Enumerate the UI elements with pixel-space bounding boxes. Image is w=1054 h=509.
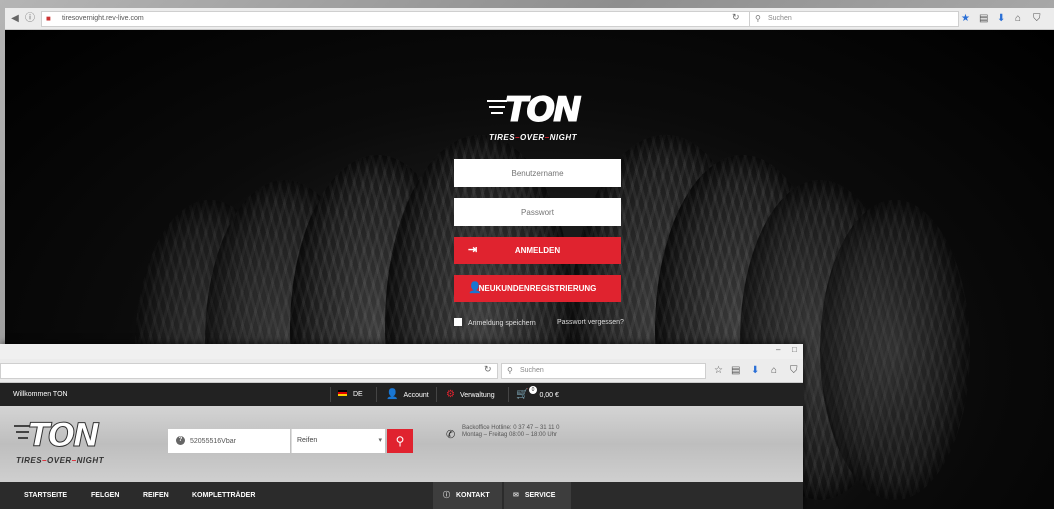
browser-search-box[interactable]: ⚲ Suchen <box>501 363 706 379</box>
nav-contact[interactable]: ⓘ KONTAKT <box>433 482 502 509</box>
admin-link[interactable]: ⚙ Verwaltung <box>446 383 495 407</box>
category-select[interactable]: Reifen ▾ <box>291 429 385 453</box>
minimize-icon[interactable]: – <box>776 345 780 354</box>
login-button-label: ANMELDEN <box>514 246 561 255</box>
admin-label: Verwaltung <box>459 392 495 399</box>
bookmark-star-icon[interactable]: ★ <box>961 12 970 26</box>
search-icon: ⚲ <box>395 434 405 448</box>
pocket-icon[interactable]: ⛉ <box>790 364 798 378</box>
cart-total: 0,00 € <box>539 392 559 399</box>
register-button-label: NEUKUNDENREGISTRIERUNG <box>478 284 597 293</box>
browser-toolbar: ◀ ⓘ ■ tiresovernight.rev-live.com ↻ ⚲ Su… <box>5 8 1054 30</box>
language-label: DE <box>353 391 363 398</box>
hotline-number: Backoffice Hotline: 0 37 47 – 31 11 0 <box>462 425 560 431</box>
info-icon[interactable]: ⓘ <box>23 12 37 26</box>
home-icon[interactable]: ⌂ <box>1015 12 1021 26</box>
language-switch[interactable]: DE <box>338 383 363 406</box>
search-button[interactable]: ⚲ <box>387 429 413 453</box>
logo-mark: TON <box>505 90 583 131</box>
login-icon: ⇥ <box>468 244 478 256</box>
account-label: Account <box>403 392 429 399</box>
search-icon: ⚲ <box>755 14 761 23</box>
german-flag-icon <box>338 390 347 396</box>
cart-count-badge: 0 <box>529 386 537 394</box>
download-icon[interactable]: ⬇ <box>997 12 1005 26</box>
logo-mark: TON <box>28 416 101 455</box>
hotline-info: Backoffice Hotline: 0 37 47 – 31 11 0 Mo… <box>462 425 560 439</box>
address-bar[interactable] <box>0 363 498 379</box>
reload-icon[interactable]: ↻ <box>484 364 492 375</box>
cart-link[interactable]: 🛒 0,00 € <box>516 383 559 407</box>
bookmark-star-icon[interactable]: ☆ <box>714 364 723 378</box>
login-button[interactable]: ⇥ ANMELDEN <box>454 237 621 264</box>
password-input[interactable] <box>454 198 621 226</box>
product-search-input[interactable] <box>168 429 290 453</box>
ton-logo: TON TIRES–OVER–NIGHT <box>487 90 597 150</box>
tire-image <box>820 200 970 500</box>
info-icon: ⓘ <box>443 492 450 499</box>
back-arrow-icon[interactable]: ◀ <box>8 12 22 26</box>
site-identity-icon: ■ <box>46 14 51 23</box>
help-icon[interactable]: ? <box>176 436 185 445</box>
logo-tagline: TIRES–OVER–NIGHT <box>489 133 578 142</box>
register-button[interactable]: 👤 NEUKUNDENREGISTRIERUNG <box>454 275 621 302</box>
envelope-icon: ✉ <box>513 492 519 499</box>
maximize-icon[interactable]: □ <box>792 345 797 354</box>
ton-logo[interactable]: TON TIRES–OVER–NIGHT <box>14 416 124 476</box>
remember-login[interactable]: Anmeldung speichern <box>454 318 536 329</box>
nav-tires[interactable]: REIFEN <box>143 482 169 509</box>
hotline-hours: Montag – Freitag 08:00 – 18:00 Uhr <box>462 432 558 438</box>
download-icon[interactable]: ⬇ <box>751 364 759 378</box>
browser-search-placeholder: Suchen <box>520 367 544 374</box>
user-icon: 👤 <box>468 282 482 294</box>
cart-icon: 🛒 <box>516 389 529 400</box>
nav-contact-label: KONTAKT <box>455 492 490 499</box>
nav-home[interactable]: STARTSEITE <box>24 482 67 509</box>
shop-browser-window: – □ ↻ ⚲ Suchen ☆ ▤ ⬇ ⌂ ⛉ Willkommen TON … <box>0 344 803 509</box>
nav-complete-wheels[interactable]: KOMPLETTRÄDER <box>192 482 255 509</box>
nav-rims[interactable]: FELGEN <box>91 482 119 509</box>
divider <box>436 387 437 402</box>
browser-toolbar: ↻ ⚲ Suchen ☆ ▤ ⬇ ⌂ ⛉ <box>0 359 803 383</box>
category-value: Reifen <box>297 437 318 444</box>
gear-icon: ⚙ <box>446 389 455 400</box>
divider <box>330 387 331 402</box>
account-link[interactable]: 👤 Account <box>386 383 429 407</box>
remember-checkbox[interactable] <box>454 318 462 326</box>
divider <box>376 387 377 402</box>
browser-search-box[interactable]: ⚲ Suchen <box>749 11 959 27</box>
home-icon[interactable]: ⌂ <box>771 364 777 378</box>
address-bar[interactable]: ■ tiresovernight.rev-live.com <box>41 11 751 27</box>
chevron-down-icon: ▾ <box>378 437 382 444</box>
username-input[interactable] <box>454 159 621 187</box>
browser-search-placeholder: Suchen <box>768 15 792 22</box>
logo-tagline: TIRES–OVER–NIGHT <box>16 456 105 465</box>
welcome-text: Willkommen TON <box>13 391 68 398</box>
reading-list-icon[interactable]: ▤ <box>979 12 988 26</box>
nav-service[interactable]: ✉ SERVICE <box>504 482 571 509</box>
search-icon: ⚲ <box>507 366 513 375</box>
shop-header: TON TIRES–OVER–NIGHT ? Reifen ▾ ⚲ ✆ Back… <box>0 406 803 482</box>
forgot-password-link[interactable]: Passwort vergessen? <box>557 318 624 328</box>
address-text: tiresovernight.rev-live.com <box>62 15 144 22</box>
pocket-icon[interactable]: ⛉ <box>1033 12 1041 26</box>
nav-service-label: SERVICE <box>524 492 556 499</box>
user-icon: 👤 <box>386 389 399 400</box>
phone-icon: ✆ <box>446 429 456 441</box>
shop-topbar: Willkommen TON DE 👤 Account ⚙ Verwaltung 🛒… <box>0 383 803 406</box>
window-titlebar: – □ <box>0 344 803 359</box>
remember-label: Anmeldung speichern <box>468 320 536 327</box>
main-nav: STARTSEITE FELGEN REIFEN KOMPLETTRÄDER ⓘ… <box>0 482 803 509</box>
reading-list-icon[interactable]: ▤ <box>731 364 740 378</box>
divider <box>508 387 509 402</box>
reload-icon[interactable]: ↻ <box>732 12 740 23</box>
